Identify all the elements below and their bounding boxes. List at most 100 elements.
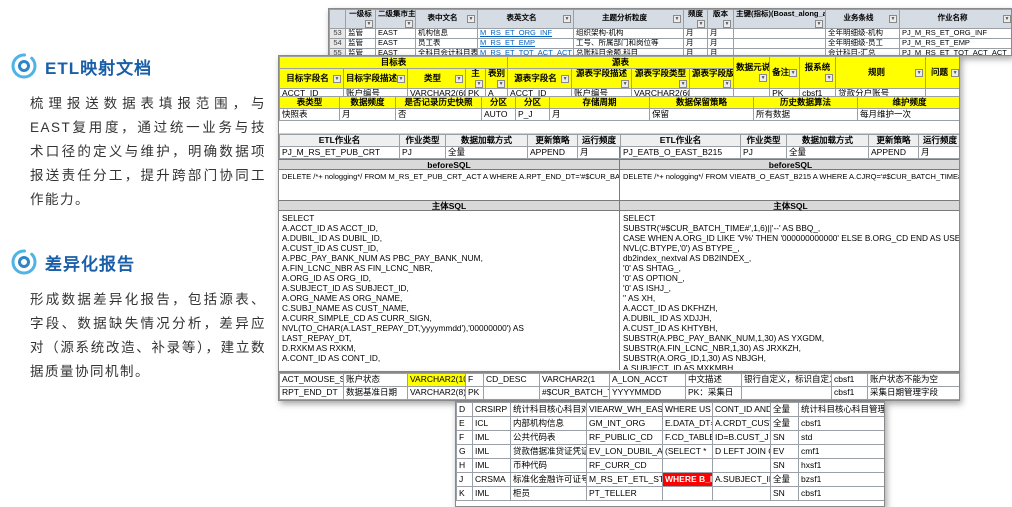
cell[interactable]: VARCHAR2(1 <box>540 374 610 387</box>
cell[interactable]: 53 <box>330 28 346 38</box>
cell[interactable]: 主键(指标)(Boast_along_all)▼ <box>734 10 826 29</box>
filter-dropdown-icon[interactable]: ▼ <box>467 15 475 23</box>
cell[interactable]: ID=B.CUST_J <box>713 431 771 445</box>
cell[interactable]: CRSMA <box>473 473 511 487</box>
filter-dropdown-icon[interactable]: ▼ <box>951 69 959 77</box>
cell[interactable] <box>713 487 771 501</box>
cell[interactable]: 作业名称▼ <box>900 10 1012 29</box>
filter-dropdown-icon[interactable]: ▼ <box>621 80 629 88</box>
cell[interactable]: 中文描述 <box>686 374 742 387</box>
cell[interactable] <box>742 387 832 400</box>
cell[interactable] <box>663 487 713 501</box>
cell[interactable]: F.CD_TABLE <box>663 431 713 445</box>
cell[interactable]: CONT_ID AND <box>713 403 771 417</box>
cell[interactable]: 员工表 <box>416 38 478 48</box>
cell[interactable]: ACCT_ID <box>280 88 344 96</box>
cell[interactable]: 源表字段名▼ <box>508 69 572 89</box>
cell[interactable]: cbsf1 <box>799 487 886 501</box>
cell[interactable]: 每月维护一次 <box>858 109 961 121</box>
cell[interactable]: 快照表 <box>280 109 340 121</box>
cell[interactable]: 表中文名▼ <box>416 10 478 29</box>
cell[interactable]: G <box>457 445 473 459</box>
cell[interactable]: ETL作业名 <box>621 135 741 147</box>
filter-dropdown-icon[interactable]: ▼ <box>789 69 797 77</box>
cell[interactable]: (SELECT * <box>663 445 713 459</box>
filter-dropdown-icon[interactable]: ▼ <box>723 20 731 28</box>
cell[interactable]: 月 <box>708 28 734 38</box>
cell[interactable]: 主题分析粒度▼ <box>574 10 684 29</box>
cell[interactable]: 更新策略 <box>869 135 919 147</box>
cell[interactable]: PK <box>466 88 486 96</box>
cell[interactable]: 机构信息 <box>416 28 478 38</box>
filter-dropdown-icon[interactable]: ▼ <box>365 20 373 28</box>
cell[interactable]: 账户状态 <box>344 374 408 387</box>
filter-dropdown-icon[interactable]: ▼ <box>405 20 413 28</box>
cell[interactable]: PJ <box>741 147 787 159</box>
cell[interactable]: 源表字段描述▼ <box>572 69 632 89</box>
cell[interactable]: 账户状态不能为空 <box>868 374 961 387</box>
cell[interactable]: 数据加载方式 <box>446 135 528 147</box>
cell[interactable]: 维护频度 <box>858 97 961 109</box>
filter-dropdown-icon[interactable]: ▼ <box>759 74 767 82</box>
cell[interactable] <box>690 88 734 96</box>
cell[interactable]: M_RS_ET_ETL_STA_FIN_LIC <box>587 473 663 487</box>
cell[interactable]: 表英文名▼ <box>478 10 574 29</box>
cell[interactable]: PJ_M_RS_ET_PUB_CRT <box>280 147 400 159</box>
cell[interactable]: cbsf1 <box>832 387 868 400</box>
filter-dropdown-icon[interactable]: ▼ <box>889 15 897 23</box>
cell[interactable]: 工号、所属部门和岗位等 <box>574 38 684 48</box>
cell[interactable]: 更新策略 <box>528 135 578 147</box>
cell[interactable]: 统计科目核心科目管理系统 <box>799 403 886 417</box>
cell[interactable]: 月 <box>578 147 621 159</box>
cell[interactable]: RF_PUBLIC_CD <box>587 431 663 445</box>
cell[interactable]: J <box>457 473 473 487</box>
cell[interactable]: 公共代码表 <box>511 431 587 445</box>
cell[interactable]: 作业类型 <box>741 135 787 147</box>
cell[interactable]: 全年明细级-员工 <box>826 38 900 48</box>
cell[interactable]: CD_DESC <box>484 374 540 387</box>
cell[interactable]: 标准化金融许可证号 <box>511 473 587 487</box>
cell[interactable]: 类型▼ <box>408 69 466 89</box>
cell[interactable]: 月 <box>340 109 396 121</box>
main-sql-right-cell[interactable]: SELECT SUBSTR('#$CUR_BATCH_TIME#',1,6)||… <box>620 211 960 370</box>
cell[interactable]: 柜员 <box>511 487 587 501</box>
cell[interactable] <box>926 88 959 96</box>
cell[interactable]: SN <box>771 487 799 501</box>
cell[interactable]: 全量 <box>446 147 528 159</box>
cell[interactable]: PK <box>770 88 800 96</box>
cell[interactable]: EV <box>771 445 799 459</box>
cell[interactable]: EV_LON_DUBIL_APPR <box>587 445 663 459</box>
cell[interactable]: F <box>457 431 473 445</box>
cell[interactable]: ICL <box>473 417 511 431</box>
cell[interactable]: VARCHAR2(8) <box>408 387 466 400</box>
filter-dropdown-icon[interactable]: ▼ <box>723 80 731 88</box>
cell[interactable]: 月 <box>684 28 708 38</box>
cell[interactable]: RF_CURR_CD <box>587 459 663 473</box>
cell[interactable]: 否 <box>396 109 482 121</box>
cell[interactable]: 源表字段类型▼ <box>632 69 690 89</box>
cell[interactable]: 作业类型 <box>400 135 446 147</box>
cell[interactable] <box>484 387 540 400</box>
cell[interactable]: 表类型 <box>280 97 340 109</box>
filter-dropdown-icon[interactable]: ▼ <box>455 75 463 83</box>
cell[interactable] <box>713 459 771 473</box>
cell[interactable]: 组织架构-机构 <box>574 28 684 38</box>
cell[interactable]: 统计科目核心科目对照表 <box>511 403 587 417</box>
cell[interactable]: cbsf1 <box>800 88 836 96</box>
cell[interactable]: 内部机构信息 <box>511 417 587 431</box>
cell[interactable]: D LEFT JOIN C <box>713 445 771 459</box>
cell[interactable]: EAST <box>376 38 416 48</box>
cell[interactable]: 规则▼ <box>836 57 926 89</box>
cell[interactable]: PJ_M_RS_ET_EMP <box>900 38 1012 48</box>
cell[interactable]: VIEARW_WH_EAST_B2 <box>587 403 663 417</box>
cell[interactable]: D <box>457 403 473 417</box>
cell[interactable]: A_LON_ACCT <box>610 374 686 387</box>
cell[interactable]: 月 <box>684 38 708 48</box>
cell[interactable]: 贷款借据准贷证凭证 <box>511 445 587 459</box>
cell[interactable]: PK <box>466 387 484 400</box>
before-sql-left-cell[interactable]: DELETE /*+ nologging*/ FROM M_RS_ET_PUB_… <box>279 170 619 200</box>
cell[interactable]: 业务条线▼ <box>826 10 900 29</box>
cell[interactable]: SN <box>771 459 799 473</box>
cell[interactable] <box>734 88 770 96</box>
cell[interactable]: 目标字段描述▼ <box>344 69 408 89</box>
